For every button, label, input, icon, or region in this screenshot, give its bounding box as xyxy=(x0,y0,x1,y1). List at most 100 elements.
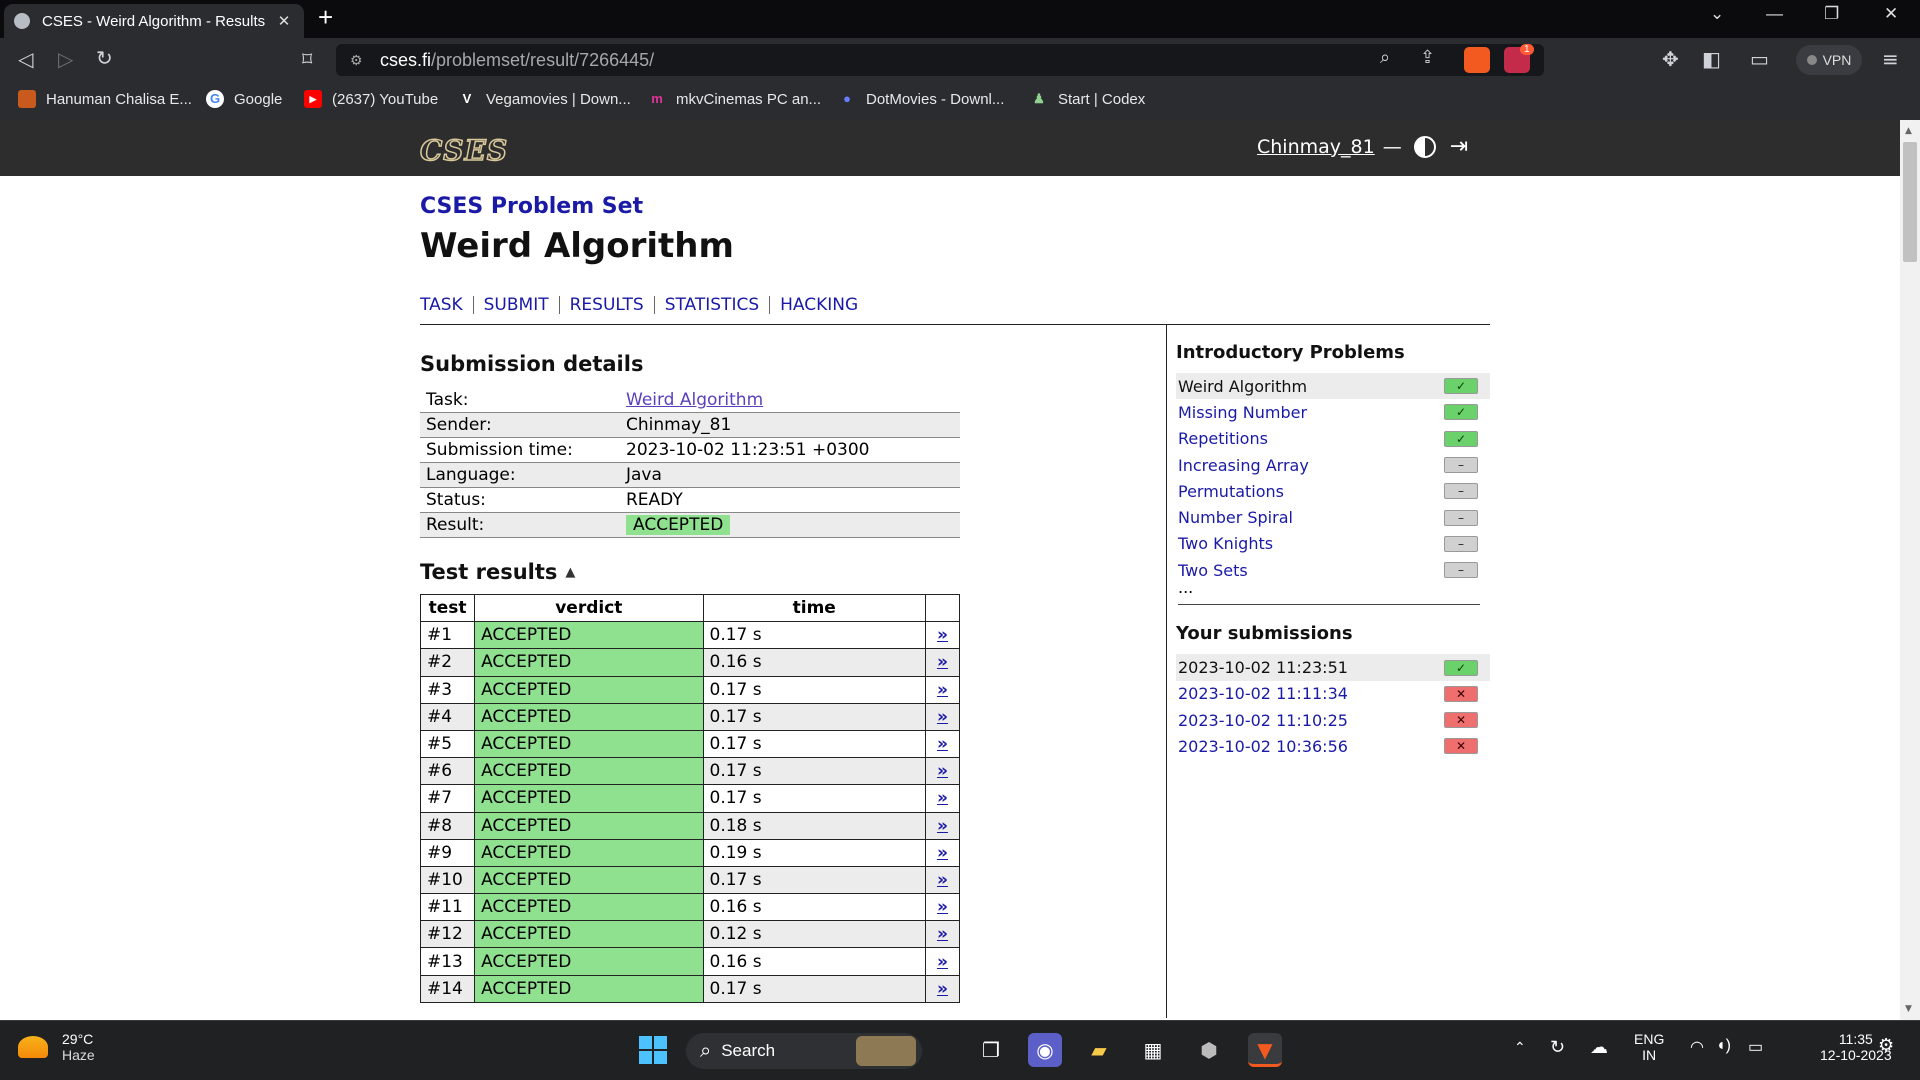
problem-link[interactable]: Increasing Array xyxy=(1178,456,1309,475)
submission-item[interactable]: 2023-10-02 11:23:51 ✓ xyxy=(1176,654,1490,681)
submission-item[interactable]: 2023-10-02 10:36:56 ✕ xyxy=(1176,733,1490,759)
wallet-icon[interactable]: ▭ xyxy=(1750,47,1769,71)
submission-item[interactable]: 2023-10-02 11:11:34 ✕ xyxy=(1176,681,1490,707)
site-info-icon[interactable]: ⚙ xyxy=(350,52,380,69)
test-time: 0.17 s xyxy=(702,702,926,731)
test-details-link[interactable]: » xyxy=(924,784,961,813)
extensions-icon[interactable]: ✥ xyxy=(1662,47,1679,71)
cses-logo[interactable]: CSES xyxy=(419,133,508,168)
logout-icon[interactable]: ⇥ xyxy=(1450,134,1468,159)
vpn-button[interactable]: VPN xyxy=(1796,45,1862,75)
sidebar-problem-item[interactable]: Weird Algorithm ✓ xyxy=(1176,373,1490,400)
scroll-up-icon[interactable]: ▲ xyxy=(1905,126,1912,136)
menu-icon[interactable]: ≡ xyxy=(1882,47,1899,71)
sync-icon[interactable]: ↻ xyxy=(1550,1037,1565,1058)
sidebar-toggle-icon[interactable]: ◧ xyxy=(1702,47,1721,71)
nav-statistics[interactable]: STATISTICS xyxy=(653,296,769,314)
sidebar-problem-item[interactable]: Increasing Array – xyxy=(1176,452,1490,478)
share-icon[interactable]: ⇪ xyxy=(1420,47,1435,68)
test-details-link[interactable]: » xyxy=(924,893,961,922)
taskbar-search[interactable]: ⌕ Search xyxy=(686,1033,922,1069)
brave-shields-icon[interactable] xyxy=(1464,47,1490,73)
test-details-link[interactable]: » xyxy=(924,757,961,786)
bookmark-item[interactable]: ▶ (2637) YouTube xyxy=(304,90,438,108)
nav-submit[interactable]: SUBMIT xyxy=(472,296,559,314)
test-details-link[interactable]: » xyxy=(924,865,961,895)
nav-results[interactable]: RESULTS xyxy=(558,296,654,314)
new-tab-button[interactable]: + xyxy=(318,2,333,33)
test-details-link[interactable]: » xyxy=(924,675,961,704)
app-hexagon-icon[interactable]: ⬢ xyxy=(1192,1033,1226,1067)
problem-set-link[interactable]: CSES Problem Set xyxy=(420,194,643,219)
test-details-link[interactable]: » xyxy=(924,974,961,1003)
nav-hacking[interactable]: HACKING xyxy=(769,296,868,314)
submission-item[interactable]: 2023-10-02 11:10:25 ✕ xyxy=(1176,707,1490,733)
wifi-icon[interactable]: ◠ xyxy=(1690,1037,1704,1057)
weather-widget[interactable]: 29°C Haze xyxy=(18,1031,95,1063)
collapse-caret-icon[interactable]: ▲ xyxy=(565,565,575,580)
test-details-link[interactable]: » xyxy=(924,838,961,867)
onedrive-icon[interactable]: ☁ xyxy=(1590,1037,1608,1058)
problem-link[interactable]: Missing Number xyxy=(1178,403,1307,422)
notification-icon[interactable]: ⚙ xyxy=(1878,1035,1894,1056)
reload-icon[interactable]: ↻ xyxy=(96,46,113,70)
problem-link[interactable]: Repetitions xyxy=(1178,429,1268,448)
submission-link[interactable]: 2023-10-02 11:11:34 xyxy=(1178,684,1348,703)
submission-link[interactable]: 2023-10-02 10:36:56 xyxy=(1178,737,1348,756)
sidebar-problem-item[interactable]: Number Spiral – xyxy=(1176,504,1490,530)
address-bar[interactable]: ⚙ cses.fi /problemset/result/7266445/ ⌕ … xyxy=(336,44,1544,76)
page-scrollbar[interactable]: ▲ ▼ xyxy=(1900,120,1920,1020)
back-icon[interactable]: ◁ xyxy=(18,47,33,71)
submission-link[interactable]: 2023-10-02 11:10:25 xyxy=(1178,711,1348,730)
bookmark-item[interactable]: G Google xyxy=(206,90,282,108)
zoom-icon[interactable]: ⌕ xyxy=(1380,47,1390,68)
test-details-link[interactable]: » xyxy=(924,702,961,731)
sidebar-problem-item[interactable]: Two Sets – xyxy=(1176,557,1490,583)
test-details-link[interactable]: » xyxy=(924,648,961,677)
test-details-link[interactable]: » xyxy=(924,920,961,949)
test-results-header[interactable]: Test results ▲ xyxy=(420,560,575,584)
tray-overflow-icon[interactable]: ⌃ xyxy=(1514,1039,1526,1056)
sidebar-problem-item[interactable]: Two Knights – xyxy=(1176,531,1490,557)
minimize-button[interactable]: — xyxy=(1766,4,1783,24)
sidebar-problem-item[interactable]: Missing Number ✓ xyxy=(1176,399,1490,425)
bookmark-item[interactable]: ♟ Start | Codex xyxy=(1030,90,1145,108)
bookmark-item[interactable]: V Vegamovies | Down... xyxy=(458,90,631,108)
close-tab-icon[interactable]: ✕ xyxy=(274,12,294,30)
bookmark-item[interactable]: Hanuman Chalisa E... xyxy=(18,90,192,108)
battery-icon[interactable]: ▭ xyxy=(1748,1037,1763,1057)
test-details-link[interactable]: » xyxy=(924,947,961,976)
task-view-icon[interactable]: ❐ xyxy=(974,1033,1008,1067)
sidebar-problem-item[interactable]: Repetitions ✓ xyxy=(1176,426,1490,452)
brave-taskbar-icon[interactable]: ▼ xyxy=(1248,1033,1282,1067)
theme-toggle-icon[interactable] xyxy=(1413,135,1436,158)
test-details-link[interactable]: » xyxy=(924,729,961,759)
problem-link[interactable]: Two Sets xyxy=(1178,561,1248,580)
scroll-down-icon[interactable]: ▼ xyxy=(1905,1004,1912,1014)
test-details-link[interactable]: » xyxy=(924,811,961,840)
tab-search-chevron-icon[interactable]: ⌄ xyxy=(1710,4,1724,24)
nav-task[interactable]: TASK xyxy=(420,296,473,314)
problem-link[interactable]: Number Spiral xyxy=(1178,508,1293,527)
sidebar-problem-item[interactable]: Permutations – xyxy=(1176,478,1490,504)
browser-tab-active[interactable]: CSES - Weird Algorithm - Results ✕ xyxy=(4,4,304,38)
file-explorer-icon[interactable]: ▰ xyxy=(1082,1033,1116,1067)
close-window-button[interactable]: ✕ xyxy=(1884,4,1898,24)
teams-chat-icon[interactable]: ◉ xyxy=(1028,1033,1062,1067)
username-link[interactable]: Chinmay_81 xyxy=(1257,136,1375,158)
problem-link[interactable]: Permutations xyxy=(1178,482,1284,501)
bookmark-icon[interactable]: ⌑ xyxy=(302,47,312,71)
weather-desc: Haze xyxy=(62,1047,95,1063)
volume-icon[interactable]: ◖) xyxy=(1716,1037,1731,1055)
forward-icon[interactable]: ▷ xyxy=(58,47,73,71)
scroll-thumb[interactable] xyxy=(1903,142,1917,262)
restore-button[interactable]: ❐ xyxy=(1824,4,1839,24)
windows-start-icon[interactable] xyxy=(636,1033,670,1067)
bookmark-item[interactable]: m mkvCinemas PC an... xyxy=(648,90,821,108)
microsoft-store-icon[interactable]: ▦ xyxy=(1136,1033,1170,1067)
language-indicator[interactable]: ENG IN xyxy=(1634,1031,1664,1063)
test-details-link[interactable]: » xyxy=(924,621,961,650)
task-link[interactable]: Weird Algorithm xyxy=(626,390,763,410)
bookmark-item[interactable]: ● DotMovies - Downl... xyxy=(838,90,1004,108)
problem-link[interactable]: Two Knights xyxy=(1178,534,1273,553)
